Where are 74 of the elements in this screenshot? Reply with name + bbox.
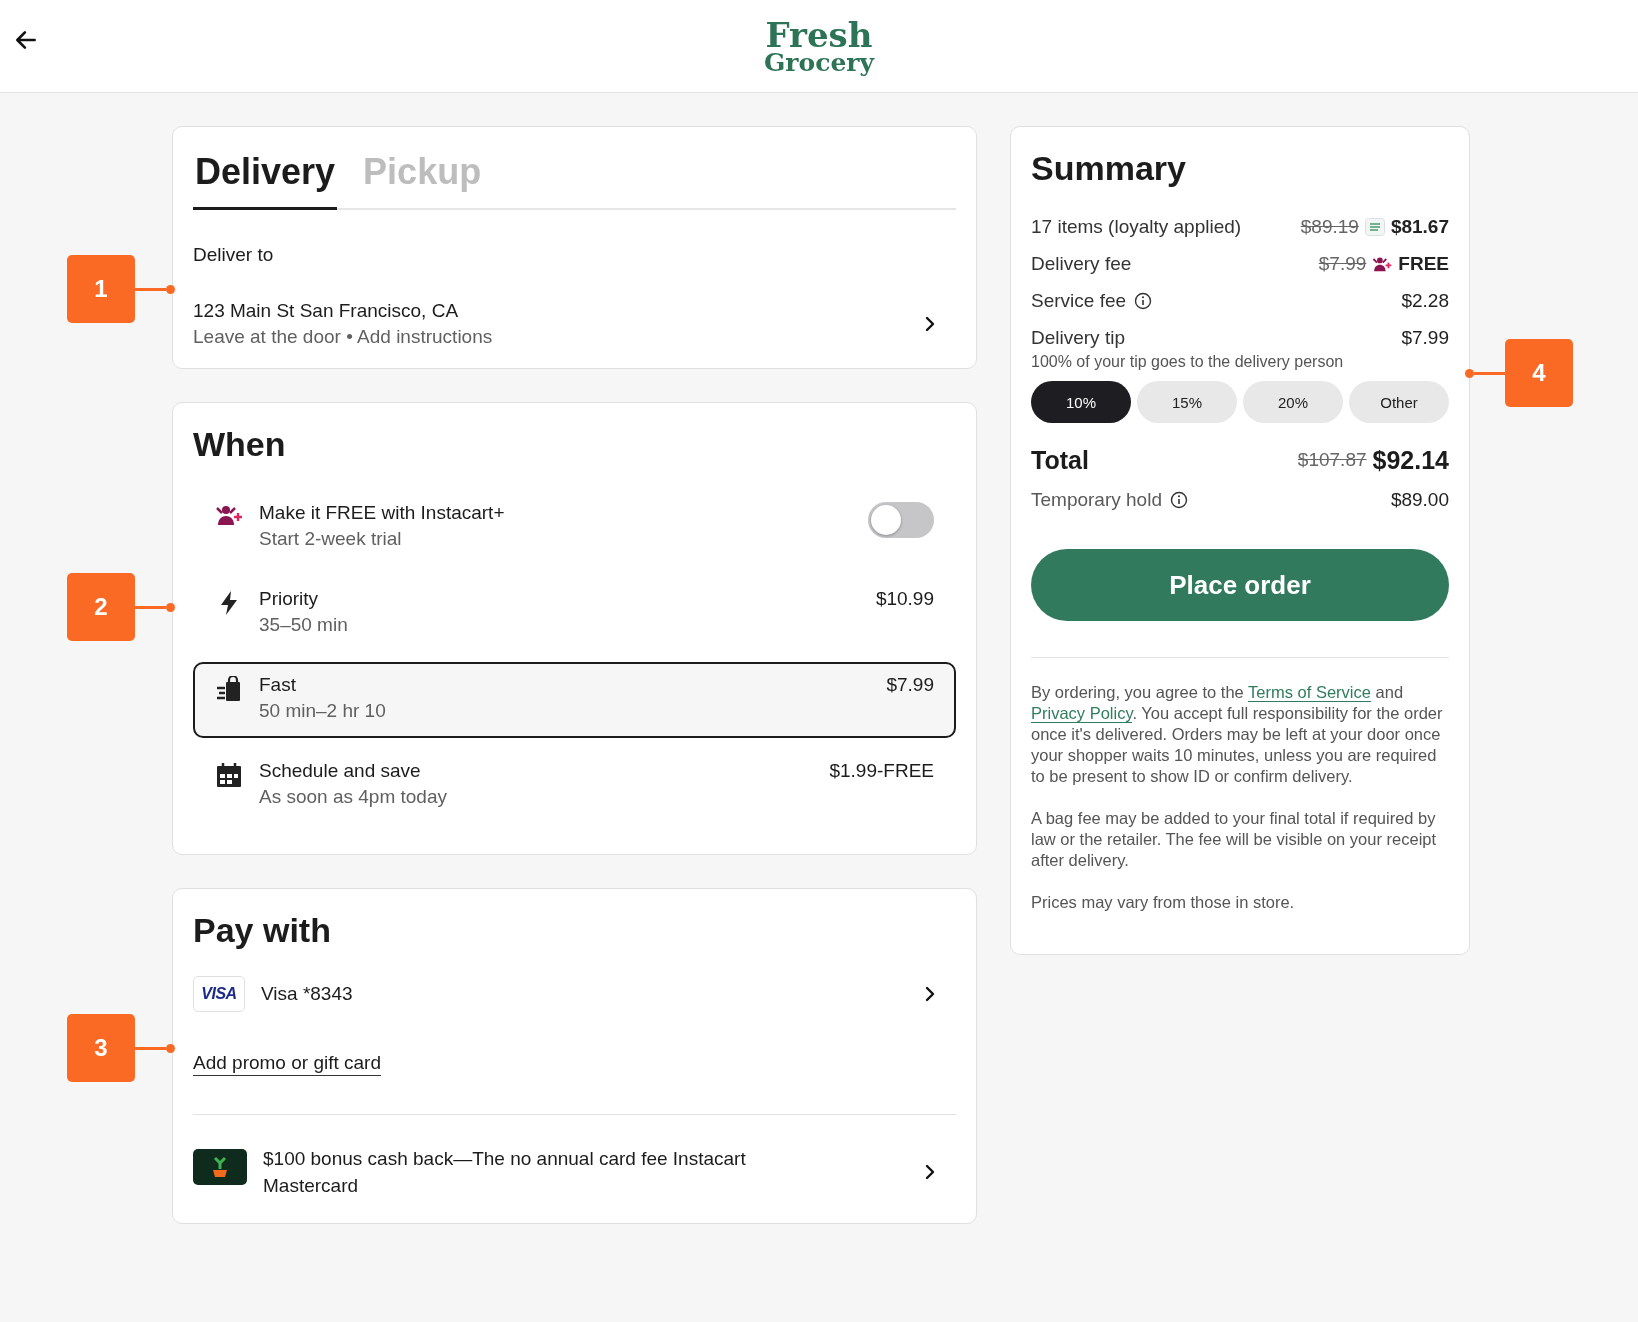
info-icon[interactable] [1169,491,1188,509]
summary-label: Service fee [1031,289,1127,312]
summary-label: Delivery fee [1031,252,1132,275]
delivery-option[interactable]: Priority 35–50 min $10.99 [193,576,956,652]
option-title: Make it FREE with Instacart+ [259,502,506,524]
leader-line [135,284,175,294]
summary-value: $7.99 [1401,327,1449,349]
original-price: $7.99 [1318,252,1367,275]
section-heading: Summary [1031,149,1187,188]
summary-value: $81.67 [1390,215,1449,238]
legal-paragraph: A bag fee may be added to your final total if required by law or the retailer. The fee will be visible on your receipt after delivery. [1031,808,1438,871]
callout-badge: 3 [67,1014,135,1082]
card-brand-logo: VISA [193,976,245,1012]
legal-paragraph: Prices may vary from those in store. [1031,892,1296,913]
leader-line [135,1043,175,1053]
tip-option[interactable]: 15% [1137,381,1237,423]
tip-option[interactable]: 10% [1031,381,1131,423]
tip-option[interactable]: 20% [1243,381,1343,423]
shopping-bag-icon [215,676,243,702]
hold-value: $89.00 [1390,489,1449,511]
fulfillment-tab[interactable]: Delivery [193,147,338,210]
option-price: $7.99 [886,674,934,696]
option-subtitle: 35–50 min [259,614,349,636]
address-text: 123 Main St San Francisco, CA [193,300,460,322]
summary-label: 17 items (loyalty applied) [1031,215,1242,238]
callout-badge: 4 [1505,339,1573,407]
calendar-icon [215,762,243,788]
legal-paragraph: By ordering, you agree to the Terms of Service and Privacy Policy. You accept full responsibility for the order once it's delivered. Orders may be left at your door once your shopper waits 10 minutes, unless you are required to be present to show ID or confirm delivery. [1031,682,1444,787]
selected-delivery-option[interactable]: Fast 50 min–2 hr 10 $7.99 [193,662,956,738]
total-value: $92.14 [1372,445,1449,475]
original-price: $89.19 [1300,215,1359,238]
summary-label: Delivery tip [1031,327,1125,349]
option-subtitle: 50 min–2 hr 10 [259,700,387,722]
leader-line [1465,368,1505,378]
delivery-option[interactable]: Schedule and save As soon as 4pm today $1.99-FREE [193,748,956,824]
privacy-link[interactable]: Privacy Policy [1031,704,1133,723]
option-title: Priority [259,588,320,610]
place-order-button[interactable]: Place order [1031,549,1449,621]
summary-value: FREE [1398,252,1449,275]
option-subtitle: As soon as 4pm today [259,786,448,808]
card-label[interactable]: Visa *8343 [261,983,908,1005]
delivery-option[interactable]: Make it FREE with Instacart+ Start 2-week trial [193,490,956,566]
summary-value: $2.28 [1401,289,1449,312]
leader-line [135,602,175,612]
people-plus-icon [1372,255,1393,272]
callout-badge: 1 [67,255,135,323]
option-price: $1.99-FREE [829,760,934,782]
logo-text: Grocery [764,49,874,75]
promo-link[interactable]: Add promo or gift card [193,1052,381,1076]
store-logo-icon [1364,217,1385,236]
people-plus-icon [215,504,243,526]
original-price: $107.87 [1297,449,1367,471]
credit-card-icon [193,1149,247,1185]
tip-option[interactable]: Other [1349,381,1449,423]
option-subtitle: Start 2-week trial [259,528,403,550]
section-heading: Pay with [193,911,332,950]
section-heading: When [193,425,287,464]
logo-text: Fresh [765,17,873,52]
option-price: $10.99 [875,588,934,610]
address-note: Leave at the door • Add instructions [193,326,494,348]
hold-label: Temporary hold [1031,489,1162,511]
chevron-right-icon[interactable] [924,1164,936,1180]
chevron-right-icon[interactable] [924,316,936,332]
tip-note: 100% of your tip goes to the delivery person [1031,353,1345,371]
chevron-right-icon[interactable] [924,986,936,1002]
total-label: Total [1031,445,1089,475]
callout-badge: 2 [67,573,135,641]
terms-link[interactable]: Terms of Service [1248,683,1371,702]
offer-text: $100 bonus cash back—The no annual card fee Instacart Mastercard [263,1147,747,1198]
info-icon[interactable] [1134,291,1153,310]
toggle-switch[interactable] [868,502,934,538]
option-title: Fast [259,674,297,696]
deliver-to-label: Deliver to [193,244,275,266]
option-title: Schedule and save [259,760,422,782]
